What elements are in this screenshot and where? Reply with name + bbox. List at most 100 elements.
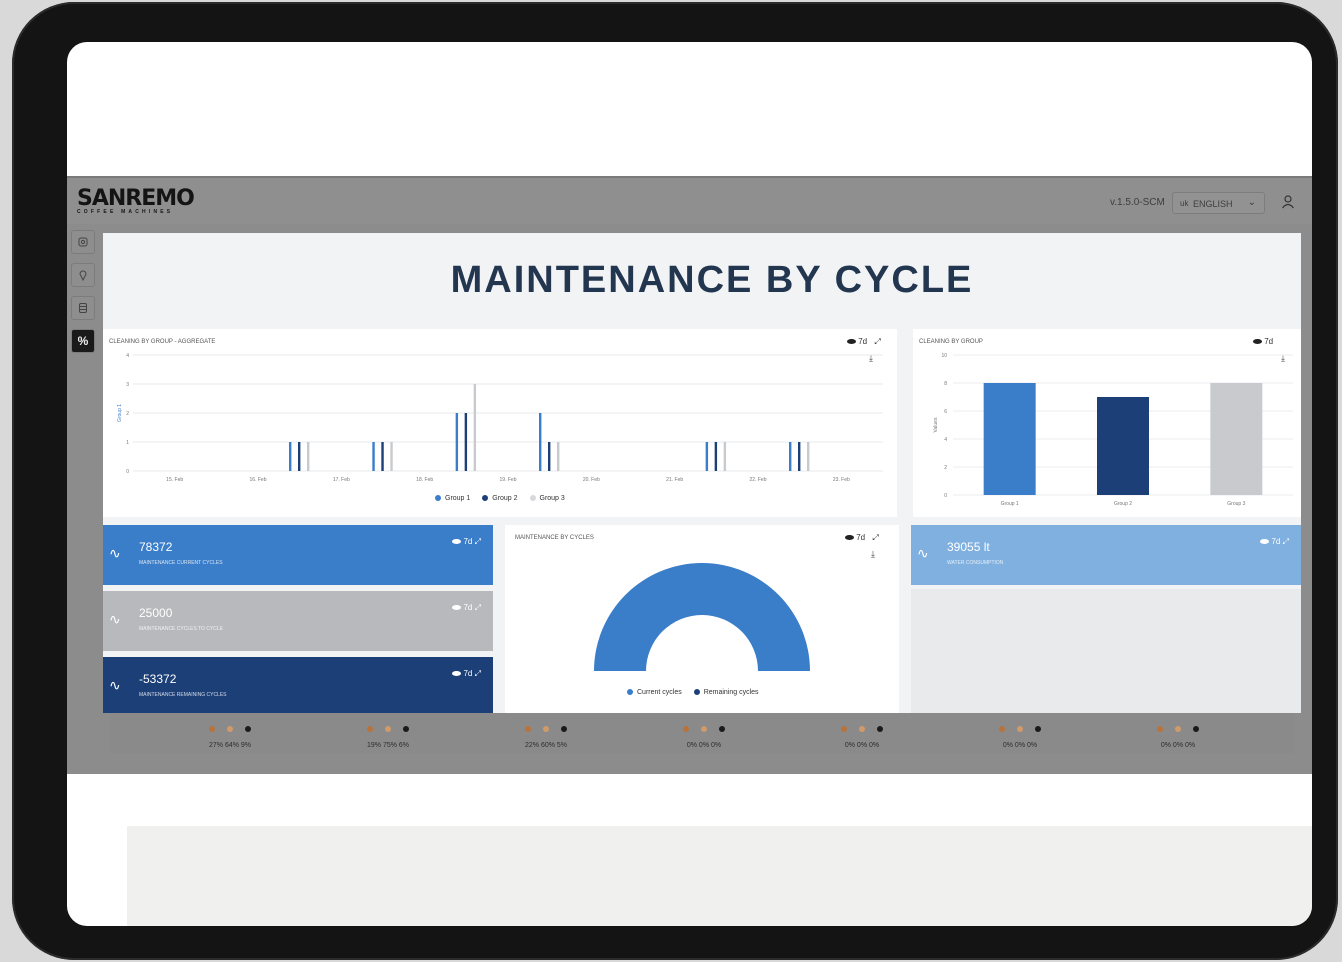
status-dot	[525, 726, 531, 732]
x-tick-label: Group 2	[1114, 501, 1132, 507]
period-label: 7d	[463, 669, 473, 678]
x-tick-label: 17. Feb	[333, 477, 350, 483]
kpi-value: 78372	[139, 540, 173, 554]
expand-icon[interactable]: ⤢	[475, 669, 481, 678]
kpi-label: WATER CONSUMPTION	[947, 560, 1004, 566]
legend-label[interactable]: Group 2	[492, 495, 517, 502]
kpi-remaining-cycles[interactable]: ∿ -53372 MAINTENANCE REMAINING CYCLES 7d…	[103, 657, 493, 713]
status-text: 0% 0% 0%	[844, 742, 880, 749]
expand-icon[interactable]: ⤢	[1283, 537, 1289, 546]
status-dot	[403, 726, 409, 732]
y-tick-label: 0	[126, 469, 129, 475]
chevron-down-icon: ⌄	[1247, 197, 1256, 208]
status-dots	[348, 719, 428, 737]
x-tick-label: 23. Feb	[833, 477, 850, 483]
kpi-tools[interactable]: 7d ⤢	[452, 603, 481, 613]
kpi-tools[interactable]: 7d ⤢	[452, 537, 481, 547]
bar[interactable]	[289, 442, 292, 471]
bar[interactable]	[473, 384, 477, 471]
bar[interactable]	[798, 442, 801, 471]
kpi-value: 25000	[139, 606, 173, 620]
y-tick-label: 0	[944, 493, 947, 499]
database-icon	[79, 303, 87, 313]
status-dot	[1193, 726, 1199, 732]
bar[interactable]	[298, 442, 301, 471]
status-text: 0% 0% 0%	[1160, 742, 1196, 749]
language-label: ENGLISH	[1193, 199, 1233, 209]
bar[interactable]	[548, 442, 551, 471]
group-status: 0% 0% 0%	[980, 719, 1060, 749]
legend-label[interactable]: Current cycles	[637, 689, 682, 696]
eye-icon	[452, 539, 462, 545]
gauge-slice[interactable]	[594, 563, 810, 671]
sidebar-item-machines[interactable]	[71, 230, 95, 254]
legend-dot	[693, 689, 700, 696]
y-tick-label: 3	[126, 382, 129, 388]
kpi-cycles-to-cycle[interactable]: ∿ 25000 MAINTENANCE CYCLES TO CYCLE 7d ⤢	[103, 591, 493, 651]
y-axis-label: Group 1	[117, 404, 123, 422]
aggregate-chart-card: CLEANING BY GROUP - AGGREGATE 7d ⤢ ⤓ 012…	[103, 329, 897, 517]
group-status: 0% 0% 0%	[822, 719, 902, 749]
status-dot	[999, 726, 1005, 732]
bar[interactable]	[307, 442, 310, 471]
eye-icon	[452, 605, 462, 611]
status-dot	[859, 726, 865, 732]
kpi-water-consumption[interactable]: ∿ 39055 lt WATER CONSUMPTION 7d ⤢	[911, 525, 1301, 585]
kpi-label: MAINTENANCE REMAINING CYCLES	[139, 692, 227, 698]
status-dot	[543, 726, 549, 732]
bar[interactable]	[723, 442, 727, 471]
legend-dot	[627, 689, 633, 696]
bar[interactable]	[372, 442, 375, 471]
sidebar-item-data[interactable]	[71, 296, 95, 320]
status-text: 0% 0% 0%	[1002, 742, 1038, 749]
status-text: 0% 0% 0%	[686, 742, 722, 749]
bar[interactable]	[807, 442, 810, 471]
x-tick-label: 20. Feb	[583, 477, 600, 483]
kpi-label: MAINTENANCE CYCLES TO CYCLE	[139, 626, 224, 632]
bar[interactable]	[1210, 383, 1263, 495]
bar[interactable]	[464, 413, 468, 471]
bar[interactable]	[455, 413, 459, 471]
sidebar-item-locations[interactable]	[71, 263, 95, 287]
status-dot	[227, 726, 233, 732]
legend-label[interactable]: Remaining cycles	[704, 689, 759, 696]
bar[interactable]	[705, 442, 709, 471]
legend-label[interactable]: Group 3	[540, 495, 565, 502]
kpi-tools[interactable]: 7d ⤢	[1260, 537, 1289, 547]
status-dot	[1175, 726, 1181, 732]
period-label: 7d	[463, 603, 473, 612]
language-select[interactable]: uk ENGLISH ⌄	[1172, 192, 1265, 214]
bar[interactable]	[789, 442, 792, 471]
bar[interactable]	[381, 442, 384, 471]
expand-icon[interactable]: ⤢	[475, 603, 481, 612]
kpi-label: MAINTENANCE CURRENT CYCLES	[139, 560, 223, 566]
y-tick-label: 1	[126, 440, 129, 446]
y-tick-label: 8	[944, 381, 947, 387]
bar[interactable]	[390, 442, 393, 471]
y-tick-label: 4	[944, 437, 947, 443]
bar[interactable]	[539, 413, 542, 471]
brand-logo[interactable]: SANREMO COFFEE MACHINES	[77, 186, 197, 220]
expand-icon[interactable]: ⤢	[475, 537, 481, 546]
bar[interactable]	[983, 383, 1036, 495]
tablet-screen: SANREMO COFFEE MACHINES v.1.5.0-SCM uk E…	[67, 42, 1312, 926]
status-dot	[367, 726, 373, 732]
flag-icon: uk	[1180, 199, 1189, 208]
top-bar: SANREMO COFFEE MACHINES v.1.5.0-SCM uk E…	[67, 176, 1312, 224]
legend-label[interactable]: Group 1	[445, 495, 470, 502]
kpi-value: 39055 lt	[947, 540, 990, 554]
status-dots	[190, 719, 270, 737]
bar[interactable]	[1097, 397, 1149, 495]
status-dot	[719, 726, 725, 732]
bar[interactable]	[714, 442, 718, 471]
status-dots	[506, 719, 586, 737]
lower-panel	[127, 826, 1312, 926]
version-label: v.1.5.0-SCM	[1110, 197, 1165, 208]
status-dot	[701, 726, 707, 732]
user-icon[interactable]	[1280, 194, 1296, 210]
bar[interactable]	[557, 442, 560, 471]
kpi-current-cycles[interactable]: ∿ 78372 MAINTENANCE CURRENT CYCLES 7d ⤢	[103, 525, 493, 585]
kpi-tools[interactable]: 7d ⤢	[452, 669, 481, 679]
y-tick-label: 2	[944, 465, 947, 471]
sidebar-item-maintenance[interactable]: %	[71, 329, 95, 353]
